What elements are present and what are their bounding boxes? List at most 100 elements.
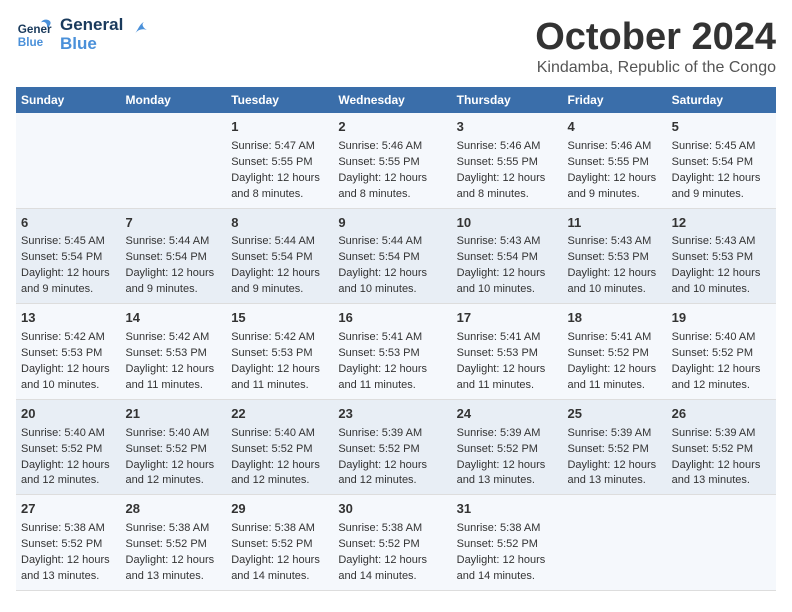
cell-daylight: Daylight: 12 hours and 12 minutes. [672,362,771,394]
calendar-cell: 2 Sunrise: 5:46 AMSunset: 5:55 PMDaylight… [333,113,451,208]
cell-sunrise: Sunrise: 5:42 AM [126,330,222,346]
cell-daylight: Daylight: 12 hours and 9 minutes. [567,171,661,203]
cell-daylight: Daylight: 12 hours and 8 minutes. [457,171,558,203]
cell-date: 26 [672,405,771,424]
cell-sunset: Sunset: 5:52 PM [126,537,222,553]
cell-sunset: Sunset: 5:52 PM [672,442,771,458]
calendar-cell [121,113,227,208]
cell-sunset: Sunset: 5:54 PM [338,250,446,266]
cell-sunrise: Sunrise: 5:39 AM [338,426,446,442]
cell-date: 25 [567,405,661,424]
cell-daylight: Daylight: 12 hours and 13 minutes. [21,553,116,585]
cell-sunrise: Sunrise: 5:41 AM [338,330,446,346]
cell-date: 14 [126,309,222,328]
cell-sunset: Sunset: 5:52 PM [457,442,558,458]
cell-date: 6 [21,214,116,233]
cell-date: 31 [457,500,558,519]
calendar-cell: 20Sunrise: 5:40 AMSunset: 5:52 PMDayligh… [16,399,121,495]
cell-date: 23 [338,405,446,424]
calendar-cell: 19Sunrise: 5:40 AMSunset: 5:52 PMDayligh… [667,304,776,400]
cell-sunset: Sunset: 5:52 PM [231,442,328,458]
svg-text:General: General [18,23,52,36]
cell-date: 2 [338,118,446,137]
cell-sunset: Sunset: 5:52 PM [231,537,328,553]
cell-sunset: Sunset: 5:55 PM [338,155,446,171]
cell-daylight: Daylight: 12 hours and 9 minutes. [21,266,116,298]
page-subtitle: Kindamba, Republic of the Congo [535,59,776,77]
logo-blue: Blue [60,35,123,54]
cell-date: 27 [21,500,116,519]
calendar-cell: 11Sunrise: 5:43 AMSunset: 5:53 PMDayligh… [562,208,666,304]
calendar-cell: 5Sunrise: 5:45 AMSunset: 5:54 PMDaylight… [667,113,776,208]
cell-sunrise: Sunrise: 5:39 AM [567,426,661,442]
cell-sunrise: Sunrise: 5:40 AM [231,426,328,442]
cell-daylight: Daylight: 12 hours and 10 minutes. [567,266,661,298]
calendar-cell [16,113,121,208]
cell-daylight: Daylight: 12 hours and 12 minutes. [21,458,116,490]
cell-sunrise: Sunrise: 5:45 AM [672,139,771,155]
calendar-cell: 30Sunrise: 5:38 AMSunset: 5:52 PMDayligh… [333,495,451,591]
calendar-table: SundayMondayTuesdayWednesdayThursdayFrid… [16,87,776,591]
calendar-cell: 28Sunrise: 5:38 AMSunset: 5:52 PMDayligh… [121,495,227,591]
cell-date: 11 [567,214,661,233]
calendar-cell: 8Sunrise: 5:44 AMSunset: 5:54 PMDaylight… [226,208,333,304]
calendar-cell: 7Sunrise: 5:44 AMSunset: 5:54 PMDaylight… [121,208,227,304]
cell-daylight: Daylight: 12 hours and 11 minutes. [457,362,558,394]
calendar-cell: 15Sunrise: 5:42 AMSunset: 5:53 PMDayligh… [226,304,333,400]
cell-daylight: Daylight: 12 hours and 10 minutes. [672,266,771,298]
cell-sunset: Sunset: 5:53 PM [126,346,222,362]
cell-sunset: Sunset: 5:52 PM [672,346,771,362]
cell-date: 8 [231,214,328,233]
bird-icon [129,20,151,42]
cell-sunset: Sunset: 5:52 PM [567,442,661,458]
cell-date: 28 [126,500,222,519]
cell-date: 1 [231,118,328,137]
calendar-cell: 16Sunrise: 5:41 AMSunset: 5:53 PMDayligh… [333,304,451,400]
cell-daylight: Daylight: 12 hours and 13 minutes. [567,458,661,490]
cell-sunset: Sunset: 5:54 PM [457,250,558,266]
calendar-cell: 25 Sunrise: 5:39 AMSunset: 5:52 PMDayligh… [562,399,666,495]
cell-sunset: Sunset: 5:54 PM [672,155,771,171]
cell-daylight: Daylight: 12 hours and 13 minutes. [126,553,222,585]
week-row-1: 1Sunrise: 5:47 AMSunset: 5:55 PMDaylight… [16,113,776,208]
day-header-friday: Friday [562,87,666,113]
cell-date: 20 [21,405,116,424]
calendar-cell: 27Sunrise: 5:38 AMSunset: 5:52 PMDayligh… [16,495,121,591]
logo-general: General [60,16,123,35]
week-row-4: 20Sunrise: 5:40 AMSunset: 5:52 PMDayligh… [16,399,776,495]
cell-daylight: Daylight: 12 hours and 9 minutes. [231,266,328,298]
cell-date: 30 [338,500,446,519]
calendar-cell: 6Sunrise: 5:45 AMSunset: 5:54 PMDaylight… [16,208,121,304]
cell-daylight: Daylight: 12 hours and 14 minutes. [231,553,328,585]
cell-sunset: Sunset: 5:55 PM [567,155,661,171]
cell-daylight: Daylight: 12 hours and 12 minutes. [231,458,328,490]
cell-sunrise: Sunrise: 5:40 AM [126,426,222,442]
cell-date: 12 [672,214,771,233]
calendar-cell: 9Sunrise: 5:44 AMSunset: 5:54 PMDaylight… [333,208,451,304]
cell-date: 19 [672,309,771,328]
cell-daylight: Daylight: 12 hours and 8 minutes. [338,171,446,203]
cell-daylight: Daylight: 12 hours and 10 minutes. [338,266,446,298]
cell-sunrise: Sunrise: 5:41 AM [567,330,661,346]
cell-sunset: Sunset: 5:54 PM [126,250,222,266]
cell-sunrise: Sunrise: 5:39 AM [672,426,771,442]
cell-sunrise: Sunrise: 5:46 AM [338,139,446,155]
cell-sunrise: Sunrise: 5:44 AM [231,234,328,250]
cell-sunrise: Sunrise: 5:39 AM [457,426,558,442]
cell-date: 5 [672,118,771,137]
day-header-wednesday: Wednesday [333,87,451,113]
week-row-5: 27Sunrise: 5:38 AMSunset: 5:52 PMDayligh… [16,495,776,591]
cell-date: 9 [338,214,446,233]
cell-sunrise: Sunrise: 5:47 AM [231,139,328,155]
week-row-2: 6Sunrise: 5:45 AMSunset: 5:54 PMDaylight… [16,208,776,304]
cell-daylight: Daylight: 12 hours and 12 minutes. [338,458,446,490]
calendar-cell: 4Sunrise: 5:46 AMSunset: 5:55 PMDaylight… [562,113,666,208]
cell-sunrise: Sunrise: 5:43 AM [457,234,558,250]
logo-icon: General Blue [16,17,52,53]
cell-sunset: Sunset: 5:52 PM [457,537,558,553]
calendar-cell: 1Sunrise: 5:47 AMSunset: 5:55 PMDaylight… [226,113,333,208]
calendar-cell: 17Sunrise: 5:41 AMSunset: 5:53 PMDayligh… [452,304,563,400]
cell-daylight: Daylight: 12 hours and 11 minutes. [231,362,328,394]
cell-date: 21 [126,405,222,424]
cell-sunset: Sunset: 5:52 PM [338,537,446,553]
